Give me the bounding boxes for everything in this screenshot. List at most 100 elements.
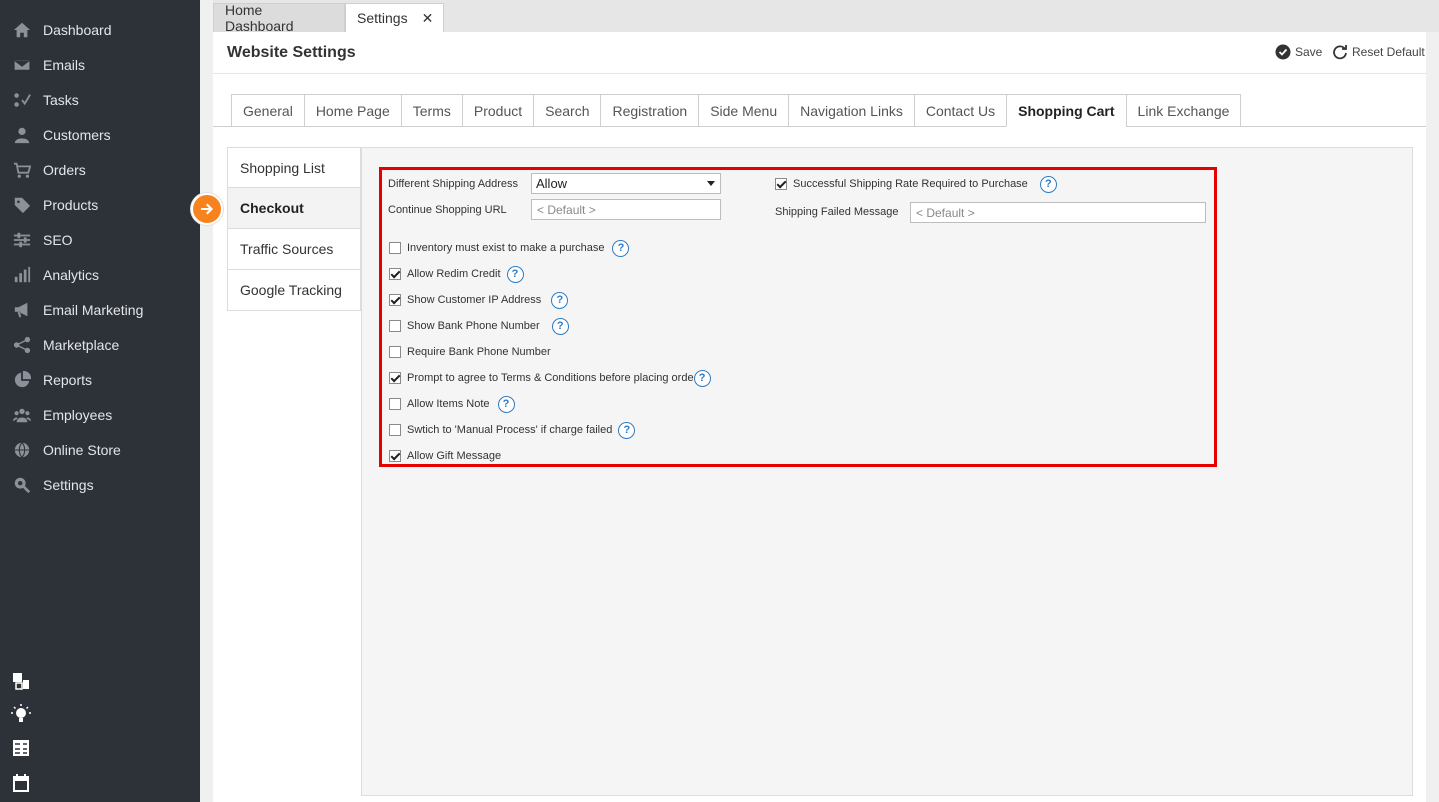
sidebar-item-label: Tasks [43, 91, 79, 108]
checkbox-label: Prompt to agree to Terms & Conditions be… [407, 372, 694, 384]
submenu-item-traffic-sources[interactable]: Traffic Sources [227, 229, 361, 270]
shipping-failed-message-input[interactable]: < Default > [910, 202, 1206, 223]
require-bank-phone-checkbox[interactable] [389, 346, 401, 358]
inventory-checkbox-row[interactable]: Inventory must exist to make a purchase … [389, 239, 630, 257]
inventory-checkbox[interactable] [389, 242, 401, 254]
require-bank-phone-checkbox-row[interactable]: Require Bank Phone Number [389, 345, 551, 359]
refresh-icon [1333, 45, 1347, 60]
tab-home-dashboard[interactable]: Home Dashboard [213, 2, 345, 34]
tab-shopping-cart[interactable]: Shopping Cart [1006, 94, 1126, 127]
sidebar-item-label: Employees [43, 406, 113, 423]
help-icon[interactable]: ? [506, 265, 524, 283]
different-shipping-address-select[interactable]: Allow [531, 173, 721, 194]
terms-prompt-checkbox-row[interactable]: Prompt to agree to Terms & Conditions be… [389, 369, 711, 387]
checkbox-label: Allow Gift Message [407, 450, 502, 462]
sidebar-item-email-marketing[interactable]: Email Marketing [0, 292, 200, 327]
sidebar-item-customers[interactable]: Customers [0, 117, 200, 152]
sliders-icon [11, 231, 33, 249]
bar-chart-icon [11, 266, 33, 284]
calculator-icon[interactable] [11, 738, 31, 758]
sidebar-item-employees[interactable]: Employees [0, 397, 200, 432]
sidebar-item-label: Emails [43, 56, 86, 73]
sidebar-item-label: Analytics [43, 266, 100, 283]
help-icon[interactable]: ? [551, 291, 569, 309]
sidebar-item-reports[interactable]: Reports [0, 362, 200, 397]
tab-general[interactable]: General [231, 94, 304, 127]
sidebar-item-label: Marketplace [43, 336, 120, 353]
manual-process-checkbox[interactable] [389, 424, 401, 436]
sidebar-item-products[interactable]: Products [0, 187, 200, 222]
success-rate-checkbox-row[interactable]: Successful Shipping Rate Required to Pur… [775, 175, 1057, 193]
sidebar-item-online-store[interactable]: Online Store [0, 432, 200, 467]
success-rate-checkbox[interactable] [775, 178, 787, 190]
help-icon[interactable]: ? [618, 421, 636, 439]
tab-terms[interactable]: Terms [400, 94, 462, 127]
terms-prompt-checkbox[interactable] [389, 372, 401, 384]
reset-label: Reset Default [1352, 45, 1425, 59]
megaphone-icon [11, 301, 33, 319]
sidebar-item-orders[interactable]: Orders [0, 152, 200, 187]
tab-label: Home Dashboard [225, 2, 294, 34]
sidebar-item-label: Reports [43, 371, 93, 388]
gift-message-checkbox-row[interactable]: Allow Gift Message [389, 449, 501, 463]
customer-ip-checkbox[interactable] [389, 294, 401, 306]
help-icon[interactable]: ? [497, 395, 515, 413]
sidebar-item-analytics[interactable]: Analytics [0, 257, 200, 292]
tab-navigation-links[interactable]: Navigation Links [788, 94, 914, 127]
close-icon[interactable]: ✕ [422, 10, 434, 27]
submenu-item-shopping-list[interactable]: Shopping List [227, 147, 361, 188]
sidebar-item-marketplace[interactable]: Marketplace [0, 327, 200, 362]
checkbox-label: Inventory must exist to make a purchase [407, 242, 605, 254]
tab-label: Settings [357, 10, 408, 26]
sidebar-item-label: Settings [43, 476, 94, 493]
submenu-item-checkout[interactable]: Checkout [227, 188, 361, 229]
wrench-icon [11, 476, 33, 494]
continue-shopping-url-input[interactable]: < Default > [531, 199, 721, 220]
tab-side-menu[interactable]: Side Menu [698, 94, 789, 127]
tab-link-exchange[interactable]: Link Exchange [1125, 94, 1242, 127]
redim-credit-checkbox-row[interactable]: Allow Redim Credit ? [389, 265, 524, 283]
home-icon [11, 21, 33, 39]
items-note-checkbox-row[interactable]: Allow Items Note ? [389, 395, 515, 413]
sidebar-item-label: Products [43, 196, 99, 213]
tab-product[interactable]: Product [461, 94, 534, 127]
sidebar-item-label: Email Marketing [43, 301, 144, 318]
sidebar-item-label: Online Store [43, 441, 121, 458]
tab-settings[interactable]: Settings ✕ [345, 3, 444, 32]
save-button[interactable]: Save [1275, 44, 1322, 60]
sidebar-item-tasks[interactable]: Tasks [0, 82, 200, 117]
tasks-icon [11, 91, 33, 109]
manual-process-checkbox-row[interactable]: Swtich to 'Manual Process' if charge fai… [389, 421, 636, 439]
items-note-checkbox[interactable] [389, 398, 401, 410]
document-tab-bar: Home Dashboard Settings ✕ [213, 0, 1439, 34]
reset-default-button[interactable]: Reset Default [1332, 44, 1425, 60]
checkbox-label: Successful Shipping Rate Required to Pur… [793, 178, 1028, 190]
sidebar-item-dashboard[interactable]: Dashboard [0, 12, 200, 47]
submenu-item-google-tracking[interactable]: Google Tracking [227, 270, 361, 311]
redim-credit-checkbox[interactable] [389, 268, 401, 280]
help-icon[interactable]: ? [693, 369, 711, 387]
sidebar-item-settings[interactable]: Settings [0, 467, 200, 502]
show-bank-phone-checkbox[interactable] [389, 320, 401, 332]
page-header: Website Settings Save Reset Default [213, 32, 1426, 74]
windows-icon[interactable] [11, 671, 31, 691]
sidebar-item-label: SEO [43, 231, 73, 248]
tab-registration[interactable]: Registration [600, 94, 699, 127]
help-icon[interactable]: ? [1039, 175, 1057, 193]
page-title: Website Settings [227, 44, 356, 61]
lightbulb-icon[interactable] [11, 704, 31, 724]
sidebar-item-seo[interactable]: SEO [0, 222, 200, 257]
sidebar-item-emails[interactable]: Emails [0, 47, 200, 82]
group-icon [11, 406, 33, 424]
gift-message-checkbox[interactable] [389, 450, 401, 462]
help-icon[interactable]: ? [551, 317, 569, 335]
tab-home-page[interactable]: Home Page [303, 94, 401, 127]
tab-search[interactable]: Search [533, 94, 601, 127]
cart-icon [11, 161, 33, 179]
customer-ip-checkbox-row[interactable]: Show Customer IP Address ? [389, 291, 569, 309]
help-icon[interactable]: ? [612, 239, 630, 257]
show-bank-phone-checkbox-row[interactable]: Show Bank Phone Number ? [389, 317, 569, 335]
envelope-icon [11, 56, 33, 74]
tab-contact-us[interactable]: Contact Us [913, 94, 1007, 127]
calendar-icon[interactable] [11, 773, 31, 793]
